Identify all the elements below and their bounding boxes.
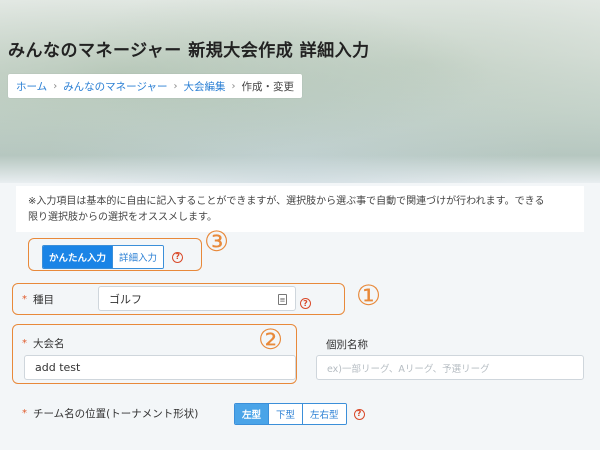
annotation-number-2: ② [258, 323, 284, 356]
required-mark: * [22, 294, 27, 305]
annotation-number-3: ③ [204, 225, 230, 258]
annotation-number-1: ① [356, 279, 382, 312]
individual-name-placeholder: ex)一部リーグ、Aリーグ、予選リーグ [327, 363, 490, 375]
detailed-input-button[interactable]: 詳細入力 [113, 246, 164, 268]
help-icon[interactable]: ? [172, 251, 184, 263]
required-mark: * [22, 338, 27, 349]
position-left-right-button[interactable]: 左右型 [303, 404, 346, 424]
notice-line-1: ※入力項目は基本的に自由に記入することができますが、選択肢から選ぶ事で自動で関連… [28, 196, 545, 207]
tournament-name-value: add test [35, 361, 81, 374]
chevron-right-icon: › [231, 80, 236, 92]
required-mark: * [22, 408, 27, 419]
help-icon[interactable]: ? [353, 408, 365, 420]
sport-label: 種目 [33, 294, 54, 306]
individual-name-input[interactable]: ex)一部リーグ、Aリーグ、予選リーグ [316, 355, 584, 380]
input-notice: ※入力項目は基本的に自由に記入することができますが、選択肢から選ぶ事で自動で関連… [16, 186, 584, 232]
sport-label-row: * 種目 [22, 292, 54, 307]
sport-select-value: ゴルフ [109, 292, 142, 306]
tournament-name-input[interactable]: add test [24, 355, 296, 380]
team-position-toggle: 左型 下型 左右型 [234, 403, 347, 425]
breadcrumb-home[interactable]: ホーム [16, 79, 47, 94]
breadcrumb: ホーム › みんなのマネージャー › 大会編集 › 作成・変更 [8, 74, 302, 98]
notice-line-2: 限り選択肢からの選択をオススメします。 [28, 212, 217, 223]
tournament-name-label-row: * 大会名 [22, 336, 65, 351]
chevron-right-icon: › [173, 80, 178, 92]
help-icon[interactable]: ? [300, 298, 311, 309]
input-mode-toggle: かんたん入力 詳細入力 [42, 245, 165, 269]
breadcrumb-manager[interactable]: みんなのマネージャー [63, 79, 167, 94]
tournament-name-label: 大会名 [33, 338, 65, 350]
individual-name-label: 個別名称 [326, 339, 368, 351]
breadcrumb-tournament-edit[interactable]: 大会編集 [183, 79, 225, 94]
page-title: みんなのマネージャー 新規大会作成 詳細入力 [8, 41, 370, 61]
team-position-row: 左型 下型 左右型 ? [234, 403, 365, 425]
select-list-icon: ≡ [278, 294, 287, 305]
chevron-right-icon: › [53, 80, 58, 92]
team-position-label: チーム名の位置(トーナメント形状) [33, 408, 199, 420]
breadcrumb-current: 作成・変更 [241, 80, 294, 93]
team-position-label-row: * チーム名の位置(トーナメント形状) [22, 406, 198, 421]
input-mode-row: かんたん入力 詳細入力 ? [42, 245, 184, 269]
sport-select[interactable]: ゴルフ ≡ [98, 286, 296, 311]
simple-input-button[interactable]: かんたん入力 [43, 246, 114, 268]
position-left-button[interactable]: 左型 [235, 404, 270, 424]
position-bottom-button[interactable]: 下型 [269, 404, 304, 424]
page-header-banner: みんなのマネージャー 新規大会作成 詳細入力 ホーム › みんなのマネージャー … [0, 0, 600, 183]
